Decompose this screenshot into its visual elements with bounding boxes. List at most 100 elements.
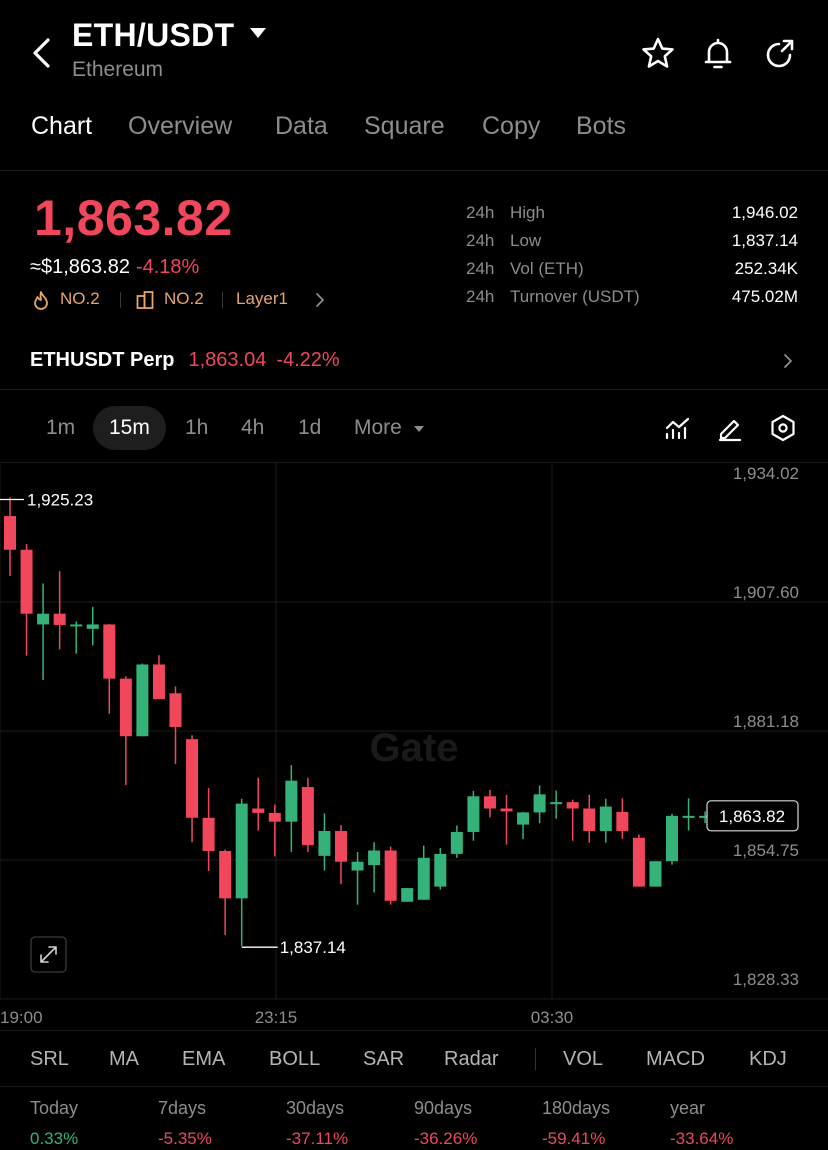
divider (0, 1086, 828, 1087)
stat-period: 24h (466, 231, 495, 250)
candle-body (86, 624, 99, 629)
candle-body (202, 817, 215, 851)
stat-period: 24h (466, 287, 495, 306)
candle-body (599, 806, 612, 831)
interval-1m[interactable]: 1m (46, 416, 75, 440)
main-tabs: Chart Overview Data Square Copy Bots (0, 112, 828, 154)
candle-body (301, 787, 314, 846)
stat-value: 252.34K (734, 259, 798, 278)
candle-body (351, 861, 364, 871)
price-approx: ≈$1,863.82 -4.18% (30, 256, 199, 279)
chevron-right-icon[interactable] (782, 352, 794, 370)
divider (0, 1030, 828, 1031)
perf-label: Today (30, 1098, 79, 1118)
y-tick-label: 1,828.33 (733, 970, 799, 989)
candle-body (682, 815, 695, 818)
candle-body (583, 808, 596, 831)
dropdown-caret-icon[interactable] (250, 28, 266, 38)
perf-label: year (670, 1098, 706, 1118)
perp-price: 1,863.04 (188, 349, 267, 371)
perf-value: -36.26% (414, 1129, 478, 1148)
candle-body (285, 780, 298, 822)
perf-value: -5.35% (158, 1129, 212, 1148)
tab-copy[interactable]: Copy (482, 112, 540, 141)
candle-body (666, 815, 678, 862)
more-caret-icon[interactable] (414, 426, 424, 432)
perf-value: -59.41% (542, 1129, 606, 1148)
candle-body (219, 850, 232, 899)
market-cap-icon (136, 291, 154, 309)
candle-body (20, 549, 33, 614)
header: ETH/USDT Ethereum (0, 0, 828, 100)
candle-body (384, 850, 397, 901)
stat-label: Vol (ETH) (510, 259, 584, 278)
candle-body (467, 796, 480, 832)
indicator-kdj[interactable]: KDJ (749, 1048, 787, 1071)
indicator-vol[interactable]: VOL (563, 1048, 603, 1071)
bell-icon[interactable] (700, 36, 736, 72)
candle-body (252, 808, 265, 813)
tag-separator (120, 292, 121, 308)
perf-label: 7days (158, 1098, 207, 1118)
perf-label: 30days (286, 1098, 345, 1118)
settings-hexagon-icon[interactable] (769, 413, 797, 443)
tag-category: Layer1 (236, 289, 288, 308)
tab-overview[interactable]: Overview (128, 112, 232, 141)
y-tick-label: 1,854.75 (733, 841, 799, 860)
stat-row-high: 24h High 1,946.02 (466, 203, 798, 231)
perf-value: 0.33% (30, 1129, 79, 1148)
stat-label: Low (510, 231, 542, 250)
interval-4h[interactable]: 4h (241, 416, 264, 440)
back-arrow-icon[interactable] (28, 36, 56, 70)
stat-row-turnover: 24h Turnover (USDT) 475.02M (466, 287, 798, 315)
indicator-ma[interactable]: MA (109, 1048, 139, 1071)
tab-square[interactable]: Square (364, 112, 445, 141)
candle-body (53, 613, 66, 625)
candlestick-chart[interactable]: 1,934.02 1,907.60 1,881.18 1,854.75 1,828.33… (0, 463, 828, 1033)
candle-body (550, 802, 563, 805)
candle-body (517, 812, 530, 825)
perp-name: ETHUSDT Perp (30, 349, 175, 371)
pair-title[interactable]: ETH/USDT (72, 17, 234, 54)
tab-chart[interactable]: Chart (31, 112, 92, 141)
candle-body (533, 794, 546, 813)
interval-more[interactable]: More (354, 416, 402, 440)
interval-1d[interactable]: 1d (298, 416, 321, 440)
candle-body (152, 664, 165, 700)
indicator-boll[interactable]: BOLL (269, 1048, 320, 1071)
candle-body (649, 861, 662, 887)
stat-label: High (510, 203, 545, 222)
indicator-macd[interactable]: MACD (646, 1048, 705, 1071)
indicator-srl[interactable]: SRL (30, 1048, 69, 1071)
stat-row-low: 24h Low 1,837.14 (466, 231, 798, 259)
interval-15m[interactable]: 15m (93, 406, 166, 450)
perf-value: -33.64% (670, 1129, 734, 1148)
perf-label: 180days (542, 1098, 611, 1118)
candle-body (368, 850, 381, 866)
tab-data[interactable]: Data (275, 112, 328, 141)
perp-row[interactable]: ETHUSDT Perp 1,863.04 -4.22% (30, 349, 340, 372)
candle-body (119, 678, 132, 737)
candle-body (186, 739, 199, 818)
indicator-ema[interactable]: EMA (182, 1048, 225, 1071)
indicator-radar[interactable]: Radar (444, 1048, 498, 1071)
candle-body (632, 837, 645, 887)
candle-body (318, 830, 331, 856)
x-tick-label: 23:15 (255, 1008, 298, 1027)
interval-1h[interactable]: 1h (185, 416, 208, 440)
candle-body (235, 803, 248, 899)
candle-body (169, 693, 182, 727)
x-tick-label: 03:30 (531, 1008, 574, 1027)
candle-body (4, 516, 16, 550)
divider (0, 170, 828, 171)
star-icon[interactable] (640, 36, 676, 72)
tab-bots[interactable]: Bots (576, 112, 626, 141)
indicator-chart-icon[interactable] (664, 414, 692, 442)
interval-selector: 1m 15m 1h 4h 1d More (0, 406, 828, 452)
candle-body (566, 802, 579, 809)
draw-pencil-icon[interactable] (716, 414, 744, 442)
share-icon[interactable] (761, 36, 797, 72)
indicator-sar[interactable]: SAR (363, 1048, 404, 1071)
candle-body (335, 830, 347, 862)
candle-body (417, 857, 430, 900)
